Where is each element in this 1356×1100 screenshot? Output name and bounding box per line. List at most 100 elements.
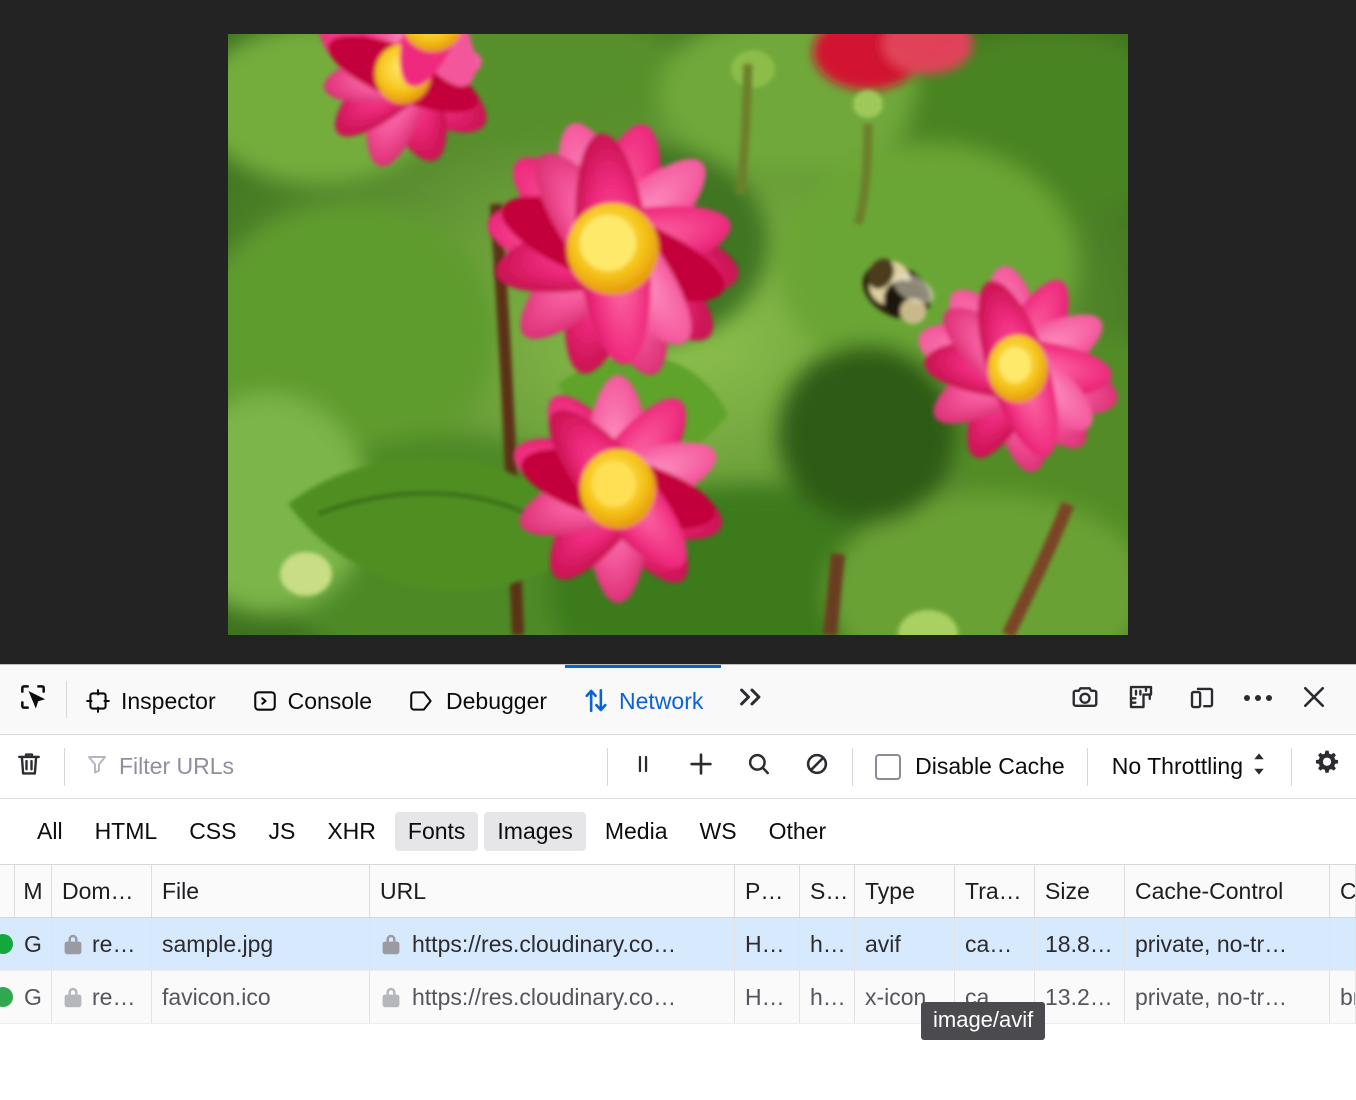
request-protocol: H… xyxy=(735,971,800,1023)
request-scheme: h… xyxy=(800,971,855,1023)
disable-cache-label: Disable Cache xyxy=(915,753,1065,780)
toolbar-divider xyxy=(607,748,608,786)
request-domain: re… xyxy=(52,971,152,1023)
tab-network[interactable]: Network xyxy=(565,665,721,734)
request-scheme: h… xyxy=(800,918,855,970)
request-domain: re… xyxy=(52,918,152,970)
lock-icon xyxy=(62,932,84,956)
close-devtools-button[interactable] xyxy=(1288,674,1340,726)
filter-type-other[interactable]: Other xyxy=(756,812,840,851)
toolbar-spacer xyxy=(783,665,1059,734)
measure-button[interactable] xyxy=(1115,674,1167,726)
table-header-row: M Dom… File URL P… S… Type Tra… Size Cac… xyxy=(0,865,1356,918)
column-header-size[interactable]: Size xyxy=(1035,865,1125,917)
column-header-cache-control[interactable]: Cache-Control xyxy=(1125,865,1330,917)
filter-urls-placeholder: Filter URLs xyxy=(119,753,234,780)
request-url: https://res.cloudinary.co… xyxy=(370,971,735,1023)
filter-type-fonts[interactable]: Fonts xyxy=(395,812,479,851)
network-request-table: M Dom… File URL P… S… Type Tra… Size Cac… xyxy=(0,865,1356,1100)
table-row[interactable]: G re… sample.jpg https:// xyxy=(0,918,1356,971)
filter-type-media[interactable]: Media xyxy=(592,812,681,851)
column-header-domain[interactable]: Dom… xyxy=(52,865,152,917)
tabs-overflow-button[interactable] xyxy=(721,665,783,734)
filter-type-js[interactable]: JS xyxy=(255,812,308,851)
request-status-indicator xyxy=(0,971,15,1023)
request-cache-control: private, no-tr… xyxy=(1125,971,1330,1023)
column-header-url[interactable]: URL xyxy=(370,865,735,917)
devtools-toolbox-tabbar: Inspector Console Debugger xyxy=(0,665,1356,735)
disable-cache-checkbox[interactable]: Disable Cache xyxy=(859,753,1081,780)
new-request-button[interactable] xyxy=(672,743,730,791)
request-method: G xyxy=(15,918,52,970)
request-status-indicator xyxy=(0,918,15,970)
column-header-last[interactable]: C xyxy=(1330,865,1356,917)
network-settings-button[interactable] xyxy=(1298,743,1356,791)
network-icon xyxy=(583,687,609,715)
search-requests-button[interactable] xyxy=(730,743,788,791)
camera-icon xyxy=(1070,682,1100,717)
filter-type-xhr[interactable]: XHR xyxy=(314,812,389,851)
toolbar-divider xyxy=(1087,748,1088,786)
lock-icon xyxy=(380,932,402,956)
toolbar-divider xyxy=(1291,748,1292,786)
request-domain-text: re… xyxy=(92,984,135,1011)
block-icon xyxy=(803,750,831,783)
column-header-status[interactable] xyxy=(0,865,15,917)
column-header-method[interactable]: M xyxy=(15,865,52,917)
column-header-scheme[interactable]: S… xyxy=(800,865,855,917)
chevrons-right-icon xyxy=(737,684,767,715)
tab-console[interactable]: Console xyxy=(234,665,390,734)
plus-icon xyxy=(686,749,716,784)
clear-requests-button[interactable] xyxy=(0,743,58,791)
column-header-file[interactable]: File xyxy=(152,865,370,917)
checkbox-box xyxy=(875,754,901,780)
tab-debugger[interactable]: Debugger xyxy=(390,665,565,734)
debugger-icon xyxy=(408,688,436,714)
pause-requests-button[interactable] xyxy=(614,743,672,791)
request-domain-text: re… xyxy=(92,931,135,958)
element-picker-icon xyxy=(17,681,49,718)
filter-type-css[interactable]: CSS xyxy=(176,812,249,851)
request-protocol: H… xyxy=(735,918,800,970)
column-header-transferred[interactable]: Tra… xyxy=(955,865,1035,917)
table-row[interactable]: G re… favicon.ico https:/ xyxy=(0,971,1356,1024)
updown-caret-icon xyxy=(1251,751,1267,782)
tab-inspector[interactable]: Inspector xyxy=(67,665,234,734)
screenshot-button[interactable] xyxy=(1059,674,1111,726)
filter-type-html[interactable]: HTML xyxy=(82,812,171,851)
column-header-type[interactable]: Type xyxy=(855,865,955,917)
request-transferred: ca… xyxy=(955,971,1035,1023)
tab-console-label: Console xyxy=(288,688,372,715)
request-file: favicon.ico xyxy=(152,971,370,1023)
column-header-protocol[interactable]: P… xyxy=(735,865,800,917)
tab-inspector-label: Inspector xyxy=(121,688,216,715)
dahlia-photo-illustration xyxy=(228,34,1128,635)
funnel-icon xyxy=(85,752,109,781)
request-cache-control: private, no-tr… xyxy=(1125,918,1330,970)
meatball-menu-button[interactable] xyxy=(1232,674,1284,726)
responsive-design-mode-button[interactable] xyxy=(1176,674,1228,726)
toolbar-divider xyxy=(852,748,853,786)
toolbar-divider xyxy=(64,748,65,786)
close-icon xyxy=(1299,682,1329,717)
request-last-column: br… xyxy=(1330,971,1356,1023)
request-method: G xyxy=(15,971,52,1023)
filter-urls-input[interactable]: Filter URLs xyxy=(71,752,601,781)
request-transferred: ca… xyxy=(955,918,1035,970)
filter-type-ws[interactable]: WS xyxy=(687,812,750,851)
filter-type-all[interactable]: All xyxy=(24,812,76,851)
block-requests-button[interactable] xyxy=(788,743,846,791)
tab-network-label: Network xyxy=(619,688,703,715)
request-url-text: https://res.cloudinary.co… xyxy=(412,984,676,1011)
devtools-panel: Inspector Console Debugger xyxy=(0,664,1356,1100)
lock-icon xyxy=(380,985,402,1009)
filter-type-images[interactable]: Images xyxy=(484,812,585,851)
request-type-filters: All HTML CSS JS XHR Fonts Images Media W… xyxy=(0,799,1356,865)
sample-image[interactable] xyxy=(228,34,1128,635)
throttling-dropdown[interactable]: No Throttling xyxy=(1094,751,1285,782)
request-url-text: https://res.cloudinary.co… xyxy=(412,931,676,958)
ruler-icon xyxy=(1126,682,1156,717)
pause-icon xyxy=(630,751,656,782)
element-picker-button[interactable] xyxy=(0,665,66,734)
request-last-column xyxy=(1330,918,1356,970)
